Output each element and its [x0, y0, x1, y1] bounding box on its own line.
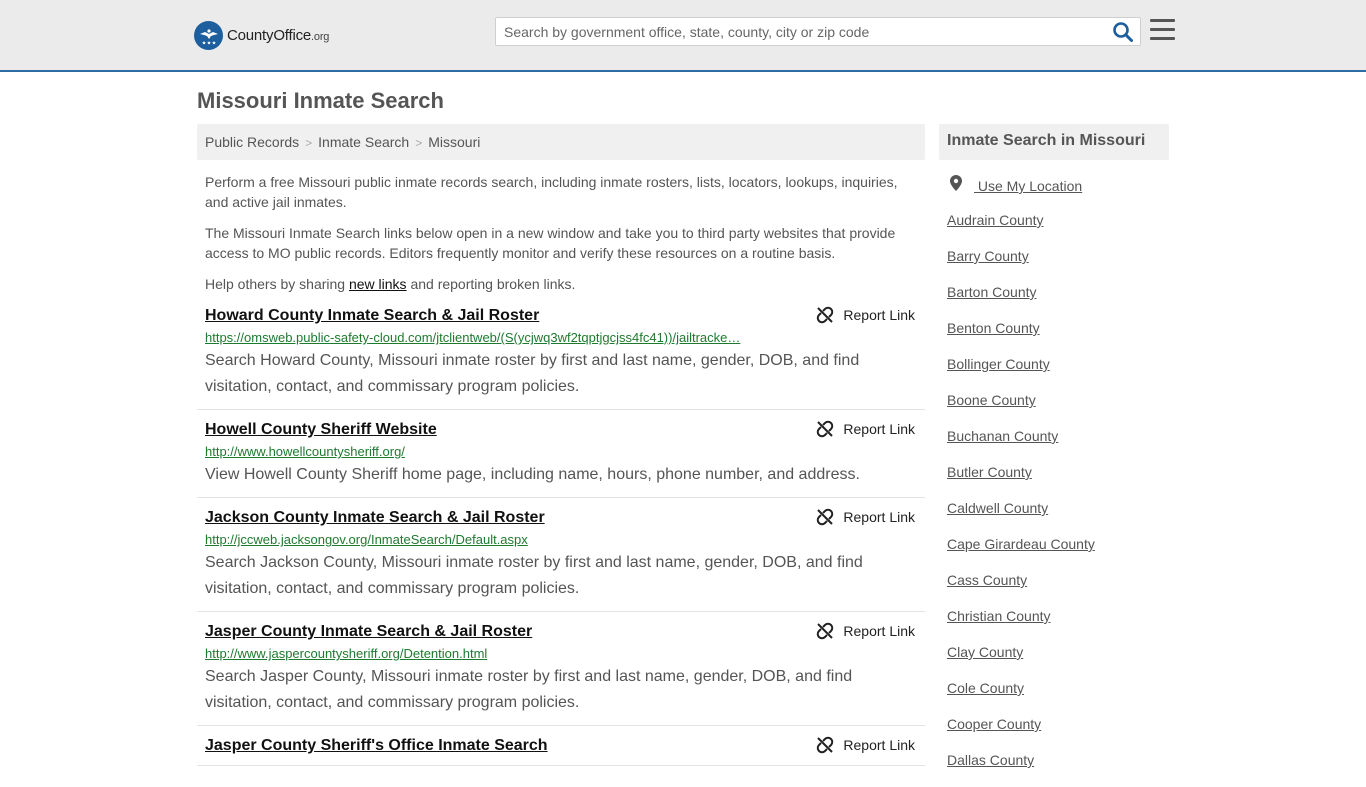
new-links-link[interactable]: new links	[349, 276, 407, 292]
sidebar-item-bollinger-county[interactable]: Bollinger County	[947, 355, 1169, 391]
breadcrumb-inmate-search[interactable]: Inmate Search	[318, 134, 409, 150]
sidebar-item-christian-county[interactable]: Christian County	[947, 607, 1169, 643]
site-logo[interactable]: CountyOffice.org	[194, 21, 329, 50]
sidebar-item-cass-county[interactable]: Cass County	[947, 571, 1169, 607]
sidebar-heading: Inmate Search in Missouri	[939, 124, 1169, 160]
report-link-button[interactable]: Report Link	[816, 736, 915, 754]
broken-link-icon	[817, 306, 834, 324]
sidebar-item-butler-county[interactable]: Butler County	[947, 463, 1169, 499]
results-list: Howard County Inmate Search & Jail Roste…	[197, 306, 925, 766]
sidebar-item-benton-county[interactable]: Benton County	[947, 319, 1169, 355]
result-url-link[interactable]: https://omsweb.public-safety-cloud.com/j…	[205, 330, 785, 346]
breadcrumb-separator: >	[415, 136, 423, 150]
intro-paragraph-2: The Missouri Inmate Search links below o…	[205, 225, 896, 261]
report-link-label: Report Link	[843, 623, 915, 639]
sidebar: Inmate Search in Missouri Use My Locatio…	[939, 124, 1169, 787]
report-link-button[interactable]: Report Link	[816, 508, 915, 526]
search-input[interactable]	[496, 18, 1106, 45]
broken-link-icon	[817, 736, 834, 754]
hamburger-menu-icon[interactable]	[1150, 19, 1175, 41]
breadcrumb: Public Records > Inmate Search > Missouri	[197, 124, 925, 160]
report-link-label: Report Link	[843, 307, 915, 323]
result-title-link[interactable]: Jasper County Inmate Search & Jail Roste…	[205, 622, 532, 642]
result-url-link[interactable]: http://jccweb.jacksongov.org/InmateSearc…	[205, 532, 785, 548]
sidebar-item-cape-girardeau-county[interactable]: Cape Girardeau County	[947, 535, 1169, 571]
result-item: Jasper County Sheriff's Office Inmate Se…	[197, 736, 925, 766]
result-title-link[interactable]: Howard County Inmate Search & Jail Roste…	[205, 306, 539, 326]
result-item: Jackson County Inmate Search & Jail Rost…	[197, 508, 925, 612]
sidebar-item-dallas-county[interactable]: Dallas County	[947, 751, 1169, 787]
sidebar-item-clay-county[interactable]: Clay County	[947, 643, 1169, 679]
result-url-link[interactable]: http://www.jaspercountysheriff.org/Deten…	[205, 646, 785, 662]
result-description: Search Howard County, Missouri inmate ro…	[205, 352, 860, 395]
report-link-label: Report Link	[843, 421, 915, 437]
main-content: Public Records > Inmate Search > Missouri Pe…	[197, 124, 925, 776]
sidebar-item-buchanan-county[interactable]: Buchanan County	[947, 427, 1169, 463]
sidebar-item-cole-county[interactable]: Cole County	[947, 679, 1169, 715]
search-icon[interactable]	[1112, 21, 1134, 43]
result-url-link[interactable]: http://www.howellcountysheriff.org/	[205, 444, 785, 460]
logo-text: CountyOffice.org	[227, 27, 330, 44]
result-description: Search Jackson County, Missouri inmate r…	[205, 554, 863, 597]
report-link-label: Report Link	[843, 509, 915, 525]
result-title-link[interactable]: Jasper County Sheriff's Office Inmate Se…	[205, 736, 548, 756]
sidebar-item-caldwell-county[interactable]: Caldwell County	[947, 499, 1169, 535]
page-title: Missouri Inmate Search	[197, 88, 444, 113]
breadcrumb-current: Missouri	[428, 134, 481, 150]
report-link-label: Report Link	[843, 737, 915, 753]
broken-link-icon	[817, 622, 834, 640]
eagle-seal-icon	[194, 21, 223, 50]
result-item: Howard County Inmate Search & Jail Roste…	[197, 306, 925, 410]
county-list: Use My Location Audrain County Barry Cou…	[939, 175, 1169, 787]
broken-link-icon	[817, 420, 834, 438]
result-item: Howell County Sheriff Website Report Lin…	[197, 420, 925, 498]
result-item: Jasper County Inmate Search & Jail Roste…	[197, 622, 925, 726]
intro-paragraph-1: Perform a free Missouri public inmate re…	[205, 174, 898, 210]
report-link-button[interactable]: Report Link	[816, 306, 915, 324]
intro-paragraph-3: Help others by sharing new links and rep…	[205, 276, 576, 292]
sidebar-item-barton-county[interactable]: Barton County	[947, 283, 1169, 319]
sidebar-item-boone-county[interactable]: Boone County	[947, 391, 1169, 427]
breadcrumb-separator: >	[305, 136, 313, 150]
report-link-button[interactable]: Report Link	[816, 622, 915, 640]
intro-text: Perform a free Missouri public inmate re…	[197, 172, 925, 294]
location-pin-icon	[950, 175, 962, 191]
result-title-link[interactable]: Jackson County Inmate Search & Jail Rost…	[205, 508, 545, 528]
site-header: CountyOffice.org	[0, 0, 1366, 72]
sidebar-item-audrain-county[interactable]: Audrain County	[947, 211, 1169, 247]
report-link-button[interactable]: Report Link	[816, 420, 915, 438]
sidebar-item-cooper-county[interactable]: Cooper County	[947, 715, 1169, 751]
result-description: Search Jasper County, Missouri inmate ro…	[205, 668, 853, 711]
result-title-link[interactable]: Howell County Sheriff Website	[205, 420, 437, 440]
use-my-location-link[interactable]: Use My Location	[947, 175, 1169, 211]
search-box	[495, 17, 1141, 46]
broken-link-icon	[817, 508, 834, 526]
breadcrumb-public-records[interactable]: Public Records	[205, 134, 299, 150]
sidebar-item-barry-county[interactable]: Barry County	[947, 247, 1169, 283]
result-description: View Howell County Sheriff home page, in…	[205, 466, 860, 483]
